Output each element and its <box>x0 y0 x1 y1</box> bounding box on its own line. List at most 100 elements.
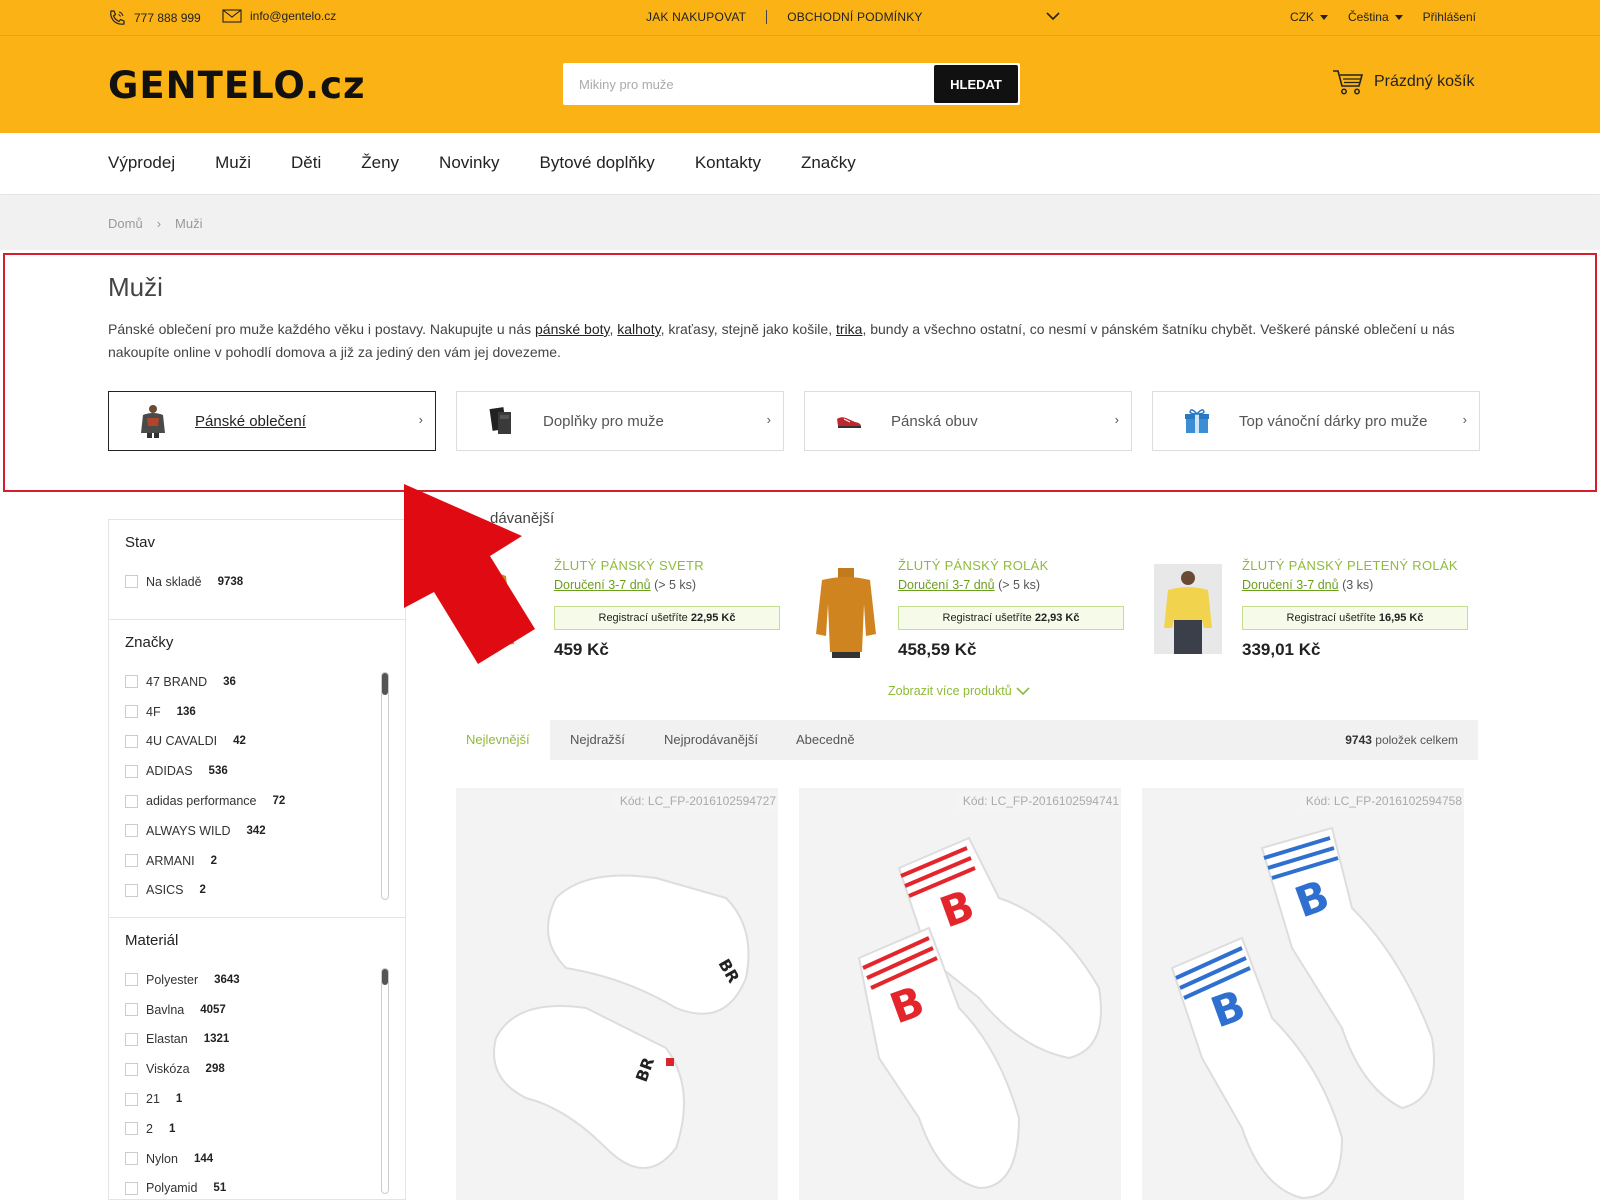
filter-option-count: 2 <box>199 884 206 897</box>
blue-b-socks-image[interactable]: B B <box>1142 788 1464 1200</box>
chevron-down-icon[interactable] <box>1046 10 1060 24</box>
filter-option[interactable]: ADIDAS 536 <box>125 756 389 786</box>
link-jak-nakupovat[interactable]: JAK NAKUPOVAT <box>646 10 746 24</box>
top-links: JAK NAKUPOVAT OBCHODNÍ PODMÍNKY <box>646 10 923 24</box>
registration-saving: Registrací ušetříte 22,93 Kč <box>898 606 1124 630</box>
delivery-link[interactable]: Doručení 3-7 dnů <box>898 578 995 592</box>
checkbox[interactable] <box>125 1181 138 1195</box>
saving-amount: 16,95 Kč <box>1378 612 1424 624</box>
nav-item-zeny[interactable]: Ženy <box>361 153 399 173</box>
checkbox[interactable] <box>125 794 138 808</box>
checkbox[interactable] <box>125 675 138 689</box>
checkbox[interactable] <box>125 883 138 897</box>
login-link[interactable]: Přihlášení <box>1423 10 1476 24</box>
delivery-link[interactable]: Doručení 3-7 dnů <box>1242 578 1339 592</box>
filter-option[interactable]: ASICS 2 <box>125 876 389 906</box>
nav-item-deti[interactable]: Děti <box>291 153 321 173</box>
filter-scrollbar[interactable] <box>381 672 389 900</box>
checkbox[interactable] <box>125 1003 138 1017</box>
checkbox[interactable] <box>125 1122 138 1136</box>
nav-item-bytove-doplnky[interactable]: Bytové doplňky <box>540 153 655 173</box>
nav-item-muzi[interactable]: Muži <box>215 153 251 173</box>
filter-option[interactable]: 21 1 <box>125 1084 389 1114</box>
sort-tab-bestselling[interactable]: Nejprodávanější <box>644 720 778 760</box>
sort-tab-most-expensive[interactable]: Nejdražší <box>550 720 645 760</box>
filter-option[interactable]: Nylon 144 <box>125 1144 389 1174</box>
filter-option-label: ARMANI <box>146 853 195 868</box>
filter-option[interactable]: Polyamid 51 <box>125 1174 389 1200</box>
bestseller-name[interactable]: ŽLUTÝ PÁNSKÝ SVETR <box>554 558 704 573</box>
filter-option[interactable]: ARMANI 2 <box>125 846 389 876</box>
checkbox[interactable] <box>125 824 138 838</box>
checkbox[interactable] <box>125 1092 138 1106</box>
filter-option-label: 4U CAVALDI <box>146 734 218 749</box>
filter-option-label: Viskóza <box>146 1062 190 1077</box>
filter-title: Stav <box>125 534 156 551</box>
sort-tab-cheapest[interactable]: Nejlevnější <box>446 720 550 760</box>
site-logo[interactable]: GENTELO.cz <box>108 64 366 107</box>
filter-option[interactable]: Bavlna 4057 <box>125 995 389 1025</box>
checkbox[interactable] <box>125 854 138 868</box>
checkbox[interactable] <box>125 1062 138 1076</box>
filter-option[interactable]: ALWAYS WILD 342 <box>125 816 389 846</box>
yellow-turtleneck-thumbnail-icon[interactable] <box>814 564 878 660</box>
checkbox[interactable] <box>125 1152 138 1166</box>
checkbox[interactable] <box>125 734 138 748</box>
nav-item-znacky[interactable]: Značky <box>801 153 856 173</box>
checkbox[interactable] <box>125 764 138 778</box>
search-input[interactable] <box>565 65 934 103</box>
email-contact[interactable]: info@gentelo.cz <box>222 9 336 23</box>
filter-option[interactable]: Elastan 1321 <box>125 1025 389 1055</box>
filter-scrollbar[interactable] <box>381 968 389 1194</box>
nav-item-kontakty[interactable]: Kontakty <box>695 153 761 173</box>
filter-option-count: 3643 <box>214 973 240 986</box>
cart-link[interactable]: Prázdný košík <box>1332 68 1474 96</box>
bestseller-item[interactable]: ŽLUTÝ PÁNSKÝ ROLÁK Doručení 3-7 dnů (> 5… <box>790 558 1124 668</box>
language-select[interactable]: Čeština <box>1348 10 1403 24</box>
sort-tab-alphabetical[interactable]: Abecedně <box>776 720 875 760</box>
checkbox[interactable] <box>125 1032 138 1046</box>
filter-option[interactable]: 21 <box>125 1114 389 1144</box>
breadcrumb-home[interactable]: Domů <box>108 216 143 231</box>
bestseller-name[interactable]: ŽLUTÝ PÁNSKÝ ROLÁK <box>898 558 1049 573</box>
show-more-label: Zobrazit více produktů <box>888 684 1012 698</box>
red-b-socks-image[interactable]: B B <box>799 788 1121 1200</box>
filter-option[interactable]: 47 BRAND 36 <box>125 667 389 697</box>
filter-option[interactable]: Na skladě 9738 <box>125 567 389 597</box>
bestseller-item[interactable]: ŽLUTÝ PÁNSKÝ PLETENÝ ROLÁK Doručení 3-7 … <box>1134 558 1468 668</box>
yellow-knit-turtleneck-thumbnail-icon[interactable] <box>1154 564 1222 654</box>
filter-option-label: 2 <box>146 1121 153 1136</box>
filter-option[interactable]: Polyester 3643 <box>125 965 389 995</box>
link-obchodni-podminky[interactable]: OBCHODNÍ PODMÍNKY <box>787 10 922 24</box>
currency-select[interactable]: CZK <box>1290 10 1328 24</box>
search-button[interactable]: HLEDAT <box>934 65 1018 103</box>
delivery-link[interactable]: Doručení 3-7 dnů <box>554 578 651 592</box>
cart-label: Prázdný košík <box>1374 73 1475 90</box>
bestseller-delivery: Doručení 3-7 dnů (3 ks) <box>1242 578 1373 592</box>
phone-contact[interactable]: 777 888 999 <box>108 9 201 27</box>
product-card[interactable]: BR BR Kód: LC_FP-2016102594727 <box>456 788 778 1200</box>
bestseller-name[interactable]: ŽLUTÝ PÁNSKÝ PLETENÝ ROLÁK <box>1242 558 1458 573</box>
nav-item-novinky[interactable]: Novinky <box>439 153 499 173</box>
filter-option[interactable]: 4U CAVALDI 42 <box>125 727 389 757</box>
product-card[interactable]: B B Kód: LC_FP-2016102594758 <box>1142 788 1464 1200</box>
filter-option[interactable]: adidas performance 72 <box>125 786 389 816</box>
nav-item-vyprodej[interactable]: Výprodej <box>108 153 175 173</box>
filter-option-label: ASICS <box>146 883 184 898</box>
product-card[interactable]: B B Kód: LC_FP-2016102594741 <box>799 788 1121 1200</box>
checkbox[interactable] <box>125 705 138 719</box>
filter-option-label: 47 BRAND <box>146 674 208 689</box>
annotation-arrow-icon <box>404 484 535 664</box>
phone-number[interactable]: 777 888 999 <box>134 11 201 25</box>
ankle-socks-image[interactable]: BR BR <box>456 788 778 1200</box>
checkbox[interactable] <box>125 575 138 589</box>
show-more-products[interactable]: Zobrazit více produktů <box>888 684 1030 698</box>
filter-option-label: Elastan <box>146 1032 188 1047</box>
filter-option-count: 536 <box>208 765 228 778</box>
filter-option[interactable]: Viskóza 298 <box>125 1054 389 1084</box>
checkbox[interactable] <box>125 973 138 987</box>
header: GENTELO.cz HLEDAT Prázdný košík <box>0 36 1600 133</box>
scrollbar-thumb[interactable] <box>382 969 388 985</box>
email-address[interactable]: info@gentelo.cz <box>250 9 336 23</box>
filter-option[interactable]: 4F 136 <box>125 697 389 727</box>
